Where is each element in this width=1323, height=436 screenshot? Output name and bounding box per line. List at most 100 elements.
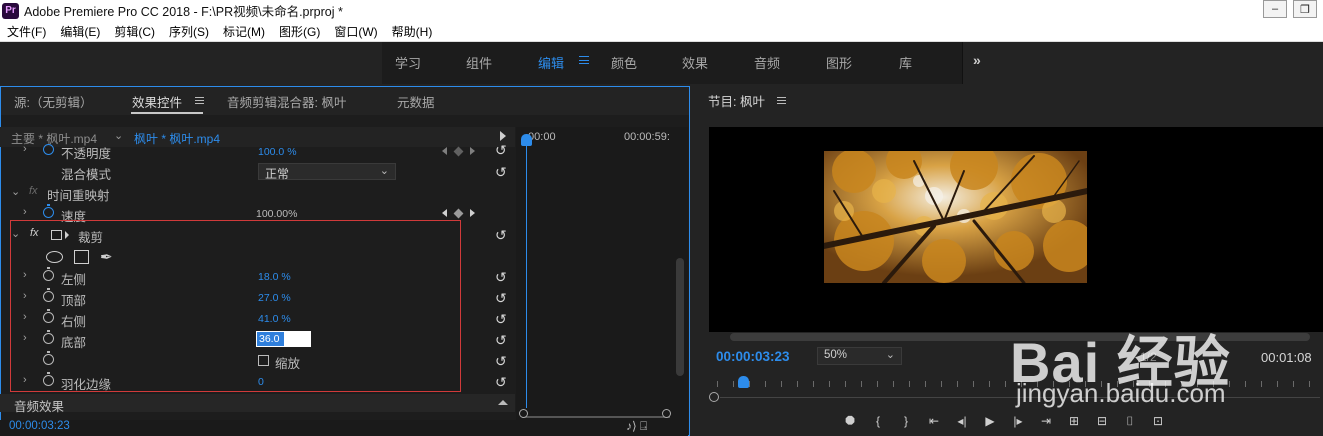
- opacity-row: › 不透明度 100.0 % ↺: [0, 143, 515, 161]
- keyframe-navigator[interactable]: [442, 208, 475, 218]
- transport-controls: ⯃ { } ⇤ ◂| ▶ |▸ ⇥ ⊞ ⊟ ⌷ ⊡: [838, 412, 1174, 430]
- reset-icon[interactable]: ↺: [495, 332, 507, 349]
- tab-effect-controls[interactable]: 效果控件: [132, 92, 182, 111]
- title-bar: Pr Adobe Premiere Pro CC 2018 - F:\PR视频\…: [0, 0, 1323, 21]
- step-forward-icon[interactable]: |▸: [1006, 412, 1030, 430]
- restore-button[interactable]: ❐: [1293, 0, 1317, 18]
- go-to-in-icon[interactable]: ⇤: [922, 412, 946, 430]
- workspace-menu-icon[interactable]: [579, 56, 589, 64]
- zoom-handle-right[interactable]: [662, 409, 671, 418]
- reset-icon[interactable]: ↺: [495, 269, 507, 286]
- speed-value[interactable]: 100.00%: [256, 208, 297, 220]
- blend-mode-label: 混合模式: [61, 168, 112, 182]
- window-controls: – ❐: [1263, 0, 1323, 18]
- video-frame-image: [824, 151, 1087, 283]
- menu-file[interactable]: 文件(F): [7, 23, 46, 40]
- workspace-tab-assembly[interactable]: 组件: [466, 53, 492, 72]
- menu-help[interactable]: 帮助(H): [392, 23, 433, 40]
- play-clip-icon[interactable]: [500, 131, 506, 141]
- panel-tabs: 源:（无剪辑） 效果控件 音频剪辑混合器: 枫叶 元数据: [1, 87, 689, 115]
- time-remap-row: ⌄ fx 时间重映射: [0, 182, 515, 203]
- vertical-scrollbar[interactable]: [676, 258, 684, 376]
- chevron-down-icon[interactable]: ⌄: [114, 129, 123, 142]
- reset-icon[interactable]: ↺: [495, 164, 507, 181]
- menu-bar: 文件(F) 编辑(E) 剪辑(C) 序列(S) 标记(M) 图形(G) 窗口(W…: [0, 21, 1323, 42]
- stopwatch-icon[interactable]: [43, 204, 54, 218]
- time-remap-label: 时间重映射: [47, 189, 110, 203]
- zoom-level-value: 50%: [824, 349, 848, 361]
- zoom-level-select[interactable]: 50% ⌄: [817, 347, 902, 365]
- workspace-tab-color[interactable]: 颜色: [611, 53, 637, 72]
- mark-out-icon[interactable]: }: [894, 412, 918, 430]
- chevron-right-icon[interactable]: ›: [23, 143, 27, 155]
- blend-mode-value: 正常: [265, 167, 290, 181]
- workspace-tab-editing[interactable]: 编辑: [538, 53, 564, 72]
- tab-source[interactable]: 源:（无剪辑）: [14, 92, 92, 111]
- workspace-tab-libraries[interactable]: 库: [899, 53, 912, 72]
- menu-graphics[interactable]: 图形(G): [279, 23, 320, 40]
- overwrite-icon[interactable]: ⊟: [1090, 412, 1114, 430]
- go-to-out-icon[interactable]: ⇥: [1034, 412, 1058, 430]
- mini-timeline-end: 00:00:59:: [624, 131, 670, 143]
- keyframe-navigator[interactable]: [442, 146, 475, 156]
- program-timecode[interactable]: 00:00:03:23: [716, 349, 790, 364]
- chevron-right-icon[interactable]: ›: [23, 206, 27, 218]
- menu-sequence[interactable]: 序列(S): [169, 23, 209, 40]
- menu-window[interactable]: 窗口(W): [334, 23, 377, 40]
- chevron-down-icon: ⌄: [379, 165, 389, 177]
- workspace-tab-audio[interactable]: 音频: [754, 53, 780, 72]
- effect-controls-timeline: [516, 127, 688, 420]
- filter-and-export-icons[interactable]: ♪⟩ ⍈: [626, 419, 647, 434]
- effect-controls-footer: 00:00:03:23 ♪⟩ ⍈: [0, 419, 688, 436]
- workspace-bar: 学习 组件 编辑 颜色 效果 音频 图形 库 »: [0, 42, 1323, 84]
- workspace-tab-learning[interactable]: 学习: [395, 53, 421, 72]
- workspace-tab-effects[interactable]: 效果: [682, 53, 708, 72]
- stopwatch-icon[interactable]: [43, 144, 54, 155]
- menu-markers[interactable]: 标记(M): [223, 23, 265, 40]
- button-editor-icon[interactable]: ⊡: [1146, 412, 1170, 430]
- collapse-up-icon[interactable]: [498, 400, 508, 405]
- workspace-tabs-strip: 学习 组件 编辑 颜色 效果 音频 图形 库: [382, 42, 962, 84]
- blend-mode-row: 混合模式 正常 ⌄ ↺: [0, 161, 515, 182]
- program-monitor-title[interactable]: 节目: 枫叶: [708, 91, 765, 110]
- chevron-down-icon: ⌄: [885, 349, 895, 361]
- tab-metadata[interactable]: 元数据: [397, 92, 435, 111]
- insert-icon[interactable]: ⊞: [1062, 412, 1086, 430]
- mark-in-icon[interactable]: {: [866, 412, 890, 430]
- audio-effects-label: 音频效果: [14, 400, 65, 414]
- opacity-label: 不透明度: [61, 147, 112, 161]
- reset-icon[interactable]: ↺: [495, 227, 507, 244]
- panel-menu-icon[interactable]: [195, 97, 204, 104]
- add-marker-icon[interactable]: ⯃: [838, 412, 862, 430]
- minimize-button[interactable]: –: [1263, 0, 1287, 18]
- horizontal-zoom-bar[interactable]: [522, 410, 670, 418]
- chevron-down-icon[interactable]: ⌄: [11, 185, 20, 198]
- reset-icon[interactable]: ↺: [495, 353, 507, 370]
- reset-icon[interactable]: ↺: [495, 290, 507, 307]
- audio-effects-header[interactable]: 音频效果: [0, 394, 515, 414]
- menu-edit[interactable]: 编辑(E): [60, 23, 100, 40]
- fx-icon: fx: [29, 185, 38, 197]
- reset-icon[interactable]: ↺: [495, 311, 507, 328]
- workspace-overflow-icon[interactable]: »: [973, 52, 981, 68]
- zoom-handle-left[interactable]: [519, 409, 528, 418]
- step-back-icon[interactable]: ◂|: [950, 412, 974, 430]
- baidu-jingyan-watermark: Bai 经验 jingyan.baidu.com: [1010, 312, 1310, 412]
- effect-controls-timecode[interactable]: 00:00:03:23: [9, 420, 70, 432]
- reset-icon[interactable]: ↺: [495, 143, 507, 159]
- window-title: Adobe Premiere Pro CC 2018 - F:\PR视频\未命名…: [24, 5, 343, 19]
- program-zoom-handle[interactable]: [709, 392, 719, 402]
- play-icon[interactable]: ▶: [978, 412, 1002, 430]
- watermark-url: jingyan.baidu.com: [1016, 378, 1226, 408]
- mini-playhead-handle[interactable]: [521, 134, 532, 146]
- export-frame-icon[interactable]: ⌷: [1118, 412, 1142, 430]
- program-playhead[interactable]: [738, 376, 749, 388]
- panel-menu-icon[interactable]: [777, 97, 786, 104]
- workspace-tab-graphics[interactable]: 图形: [826, 53, 852, 72]
- blend-mode-select[interactable]: 正常 ⌄: [258, 163, 396, 181]
- tab-audio-clip-mixer[interactable]: 音频剪辑混合器: 枫叶: [227, 92, 346, 111]
- reset-icon[interactable]: ↺: [495, 374, 507, 391]
- menu-clip[interactable]: 剪辑(C): [114, 23, 155, 40]
- workspace-divider: [962, 42, 963, 84]
- opacity-value[interactable]: 100.0 %: [258, 146, 297, 158]
